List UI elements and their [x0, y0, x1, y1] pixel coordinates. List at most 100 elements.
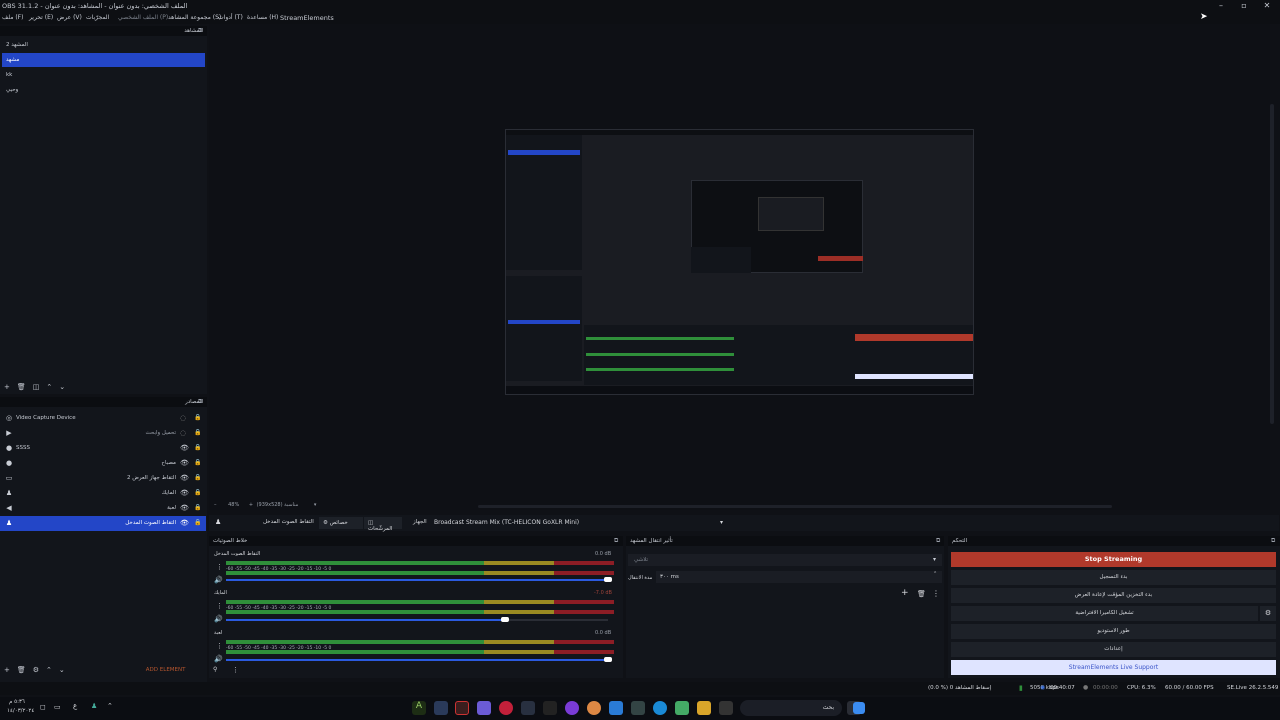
speaker-icon[interactable]: 🔊	[214, 576, 223, 584]
lock-icon[interactable]: 🔒	[194, 444, 201, 451]
menu-docks[interactable]: المجرّبات	[86, 14, 109, 21]
app-icon[interactable]	[719, 701, 733, 715]
menu-streamelements[interactable]: StreamElements	[280, 14, 334, 22]
program-preview[interactable]	[505, 129, 974, 395]
scene-item-selected[interactable]: مشهد	[2, 53, 205, 67]
chevron-up-icon[interactable]: ⌃	[46, 666, 52, 674]
volume-knob[interactable]	[604, 577, 612, 582]
eye-icon[interactable]: 👁	[180, 459, 189, 467]
live-support-button[interactable]: StreamElements Live Support	[951, 660, 1276, 675]
source-row[interactable]: ◀ لعبة 👁 🔒	[0, 501, 206, 516]
maximize-button[interactable]: ▫	[1233, 0, 1255, 12]
duration-spinbox[interactable]: ٣٠٠ ms ⌃	[656, 571, 942, 583]
volume-knob[interactable]	[604, 657, 612, 662]
menu-tools[interactable]: أدوات (T)	[218, 14, 243, 21]
lock-icon[interactable]: 🔒	[194, 474, 201, 481]
lock-icon[interactable]: 🔒	[194, 504, 201, 511]
gear-icon[interactable]: ⚙	[1260, 606, 1276, 621]
studio-mode-button[interactable]: طور الاستوديو	[951, 624, 1276, 639]
lock-icon[interactable]: 🔒	[194, 519, 201, 526]
source-row[interactable]: ♟ المايك 👁 🔒	[0, 486, 206, 501]
filters-button[interactable]: ◫ المرشّحات	[364, 517, 402, 532]
app-icon[interactable]	[565, 701, 579, 715]
trash-icon[interactable]: 🗑	[917, 590, 926, 598]
kebab-menu-icon[interactable]: ⋮	[232, 666, 239, 674]
eye-icon[interactable]: 👁	[180, 489, 189, 497]
opera-icon[interactable]	[499, 701, 513, 715]
menu-help[interactable]: مساعدة (H)	[247, 14, 278, 21]
app-icon[interactable]	[521, 701, 535, 715]
close-button[interactable]: ✕	[1256, 0, 1278, 12]
transition-select[interactable]: تلاشي ▾	[628, 554, 942, 566]
zoom-plus-icon[interactable]: +	[249, 502, 253, 508]
store-icon[interactable]	[631, 701, 645, 715]
lock-icon[interactable]: 🔒	[194, 414, 201, 421]
volume-slider[interactable]	[226, 619, 504, 621]
undock-icon[interactable]: ⧉	[936, 537, 940, 545]
start-recording-button[interactable]: بدء التسجيل	[951, 570, 1276, 585]
settings-button[interactable]: إعدادات	[951, 642, 1276, 657]
menu-profile[interactable]: الملف الشخصي (P)	[118, 14, 168, 21]
chrome-icon[interactable]	[587, 701, 601, 715]
add-icon[interactable]: +	[901, 588, 909, 598]
kebab-menu-icon[interactable]: ⋮	[216, 602, 223, 610]
eye-icon[interactable]: 👁	[180, 519, 189, 527]
app-icon-terminal[interactable]: A	[412, 701, 426, 715]
preview-scrollbar-vertical[interactable]	[1270, 104, 1274, 424]
scene-item[interactable]: المشهد 2	[2, 38, 205, 52]
eye-icon[interactable]: 👁	[180, 474, 189, 482]
caret-down-icon[interactable]: ▾	[314, 502, 317, 508]
discord-icon[interactable]	[477, 701, 491, 715]
trash-icon[interactable]: 🗑	[17, 666, 26, 674]
folder-icon[interactable]	[697, 701, 711, 715]
trash-icon[interactable]: 🗑	[17, 383, 26, 391]
menu-file[interactable]: ملف (F)	[2, 14, 23, 21]
menu-view[interactable]: عرض (V)	[57, 14, 82, 21]
app-icon[interactable]	[543, 701, 557, 715]
stop-streaming-button[interactable]: Stop Streaming	[951, 552, 1276, 567]
network-icon[interactable]: ▭	[54, 703, 61, 711]
gear-icon[interactable]: ⚙	[33, 666, 39, 674]
chevron-up-icon[interactable]: ⌃	[46, 383, 52, 391]
add-icon[interactable]: +	[4, 383, 10, 391]
menu-edit[interactable]: تحرير (E)	[29, 14, 53, 21]
scene-item[interactable]: وحيي	[2, 83, 205, 97]
menu-scene-collection[interactable]: مجموعة المشاهد (S)	[168, 14, 221, 21]
kebab-menu-icon[interactable]: ⋮	[216, 563, 223, 571]
preview-scrollbar-horizontal[interactable]	[478, 505, 1112, 508]
lock-icon[interactable]: 🔒	[194, 489, 201, 496]
undock-icon[interactable]: ⧉	[1271, 537, 1275, 545]
kebab-menu-icon[interactable]: ⋮	[216, 642, 223, 650]
search-box[interactable]: بحث	[740, 700, 842, 716]
source-row[interactable]: ● مصباح 👁 🔒	[0, 456, 206, 471]
kebab-menu-icon[interactable]: ⋮	[932, 589, 940, 598]
speaker-icon[interactable]: 🔊	[214, 655, 223, 663]
device-select[interactable]: Broadcast Stream Mix (TC-HELICON GoXLR M…	[431, 517, 729, 529]
scene-item[interactable]: kk	[2, 68, 205, 82]
replay-buffer-button[interactable]: بدء التخزين المؤقت لإعادة العرض	[951, 588, 1276, 603]
eye-off-icon[interactable]: ◌	[180, 429, 186, 437]
chevron-up-icon[interactable]: ⌃	[107, 702, 113, 710]
add-element-button[interactable]: ADD ELEMENT	[146, 667, 186, 673]
undock-icon[interactable]: ⧉	[198, 27, 202, 35]
lock-icon[interactable]: 🔒	[194, 429, 201, 436]
speaker-icon[interactable]: 🔊	[214, 615, 223, 623]
chevron-down-icon[interactable]: ⌄	[59, 666, 65, 674]
notification-icon[interactable]: ◻	[40, 703, 46, 711]
undock-icon[interactable]: ⧉	[198, 398, 202, 406]
tray-icon[interactable]: ♟	[91, 702, 97, 710]
filter-icon[interactable]: ◫	[33, 383, 40, 391]
chevron-down-icon[interactable]: ⌄	[59, 383, 65, 391]
source-row[interactable]: ▶ تحميل وابحث ◌ 🔒	[0, 426, 206, 441]
undock-icon[interactable]: ⧉	[614, 537, 618, 545]
source-row-selected[interactable]: ♟ التقاط الصوت المدخل 👁 🔒	[0, 516, 206, 531]
obs-icon[interactable]	[455, 701, 469, 715]
app-icon[interactable]	[675, 701, 689, 715]
eye-icon[interactable]: 👁	[180, 504, 189, 512]
app-icon[interactable]	[609, 701, 623, 715]
link-icon[interactable]: ⚲	[213, 666, 217, 673]
virtual-camera-button[interactable]: تشغيل الكاميرا الافتراضية	[951, 606, 1258, 621]
properties-button[interactable]: ⚙ خصائص	[319, 517, 363, 529]
source-row[interactable]: ▭ التقاط جهاز العرض 2 👁 🔒	[0, 471, 206, 486]
eye-off-icon[interactable]: ◌	[180, 414, 186, 422]
